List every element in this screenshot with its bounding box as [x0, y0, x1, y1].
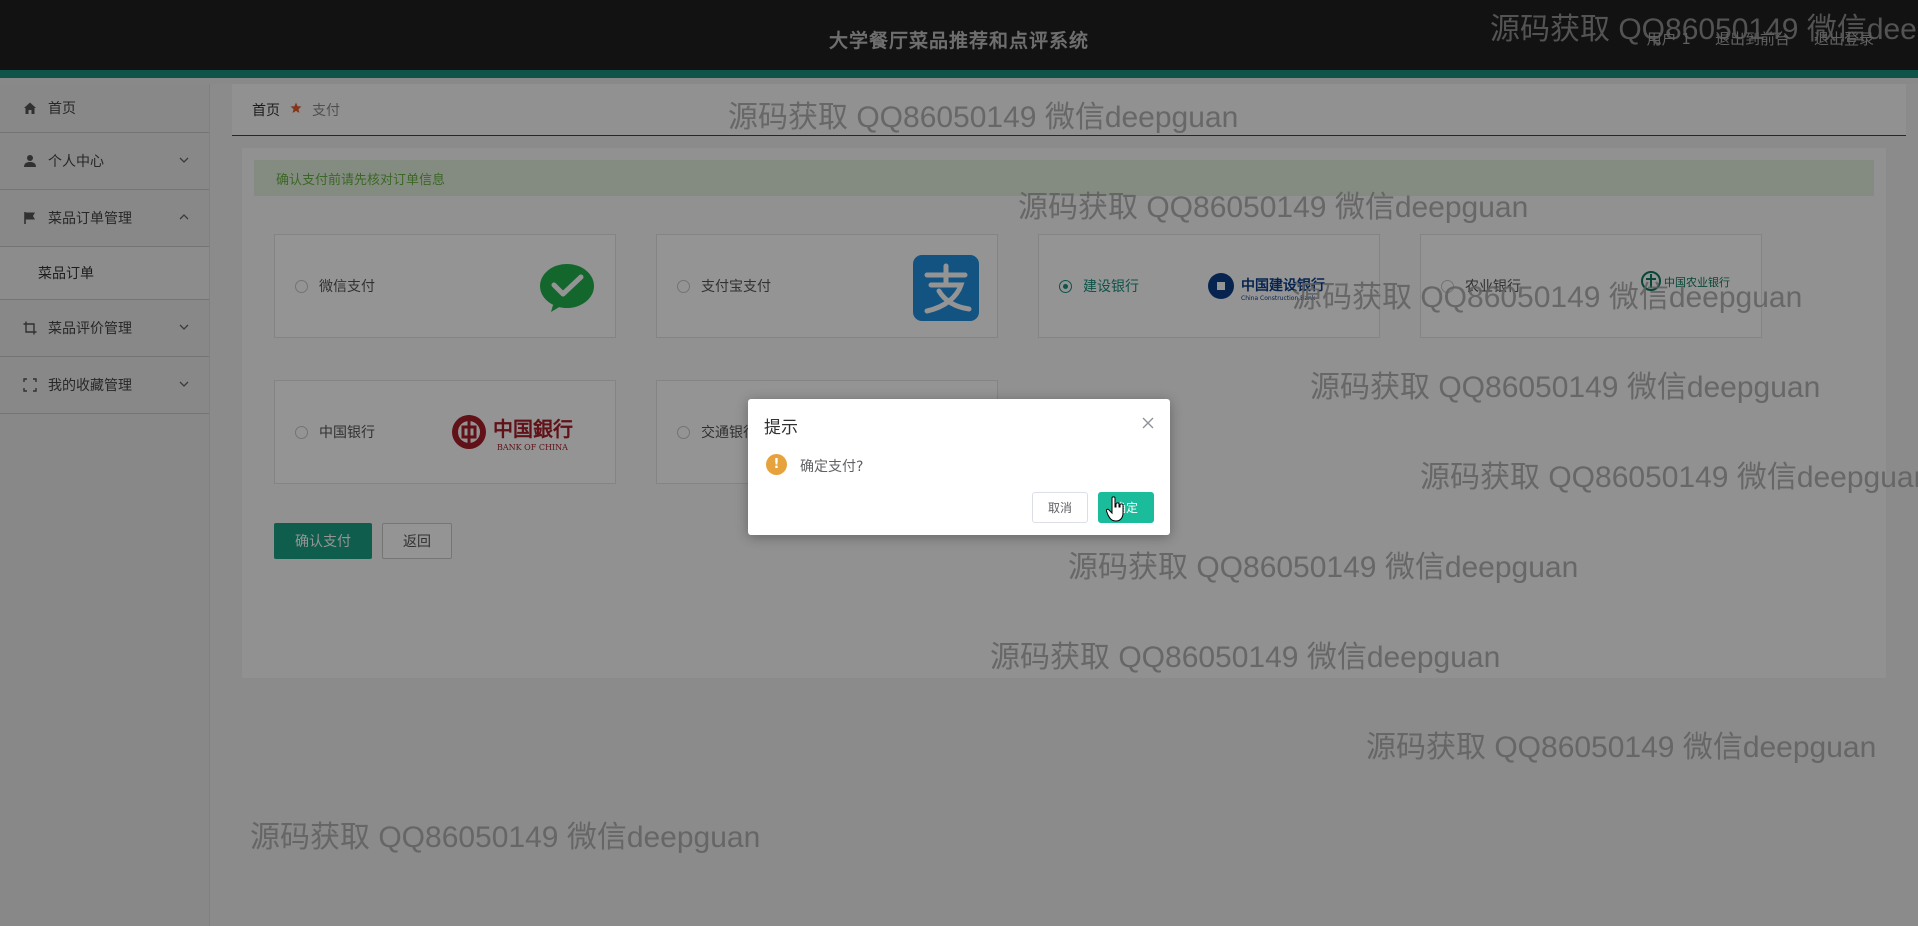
dialog-message: 确定支付? [800, 459, 864, 475]
hand-cursor-icon [1106, 496, 1124, 522]
dialog-cancel-button[interactable]: 取消 [1032, 492, 1088, 523]
warning-icon: ! [766, 454, 787, 475]
dialog-title: 提示 [764, 418, 798, 438]
close-icon[interactable] [1142, 413, 1154, 434]
